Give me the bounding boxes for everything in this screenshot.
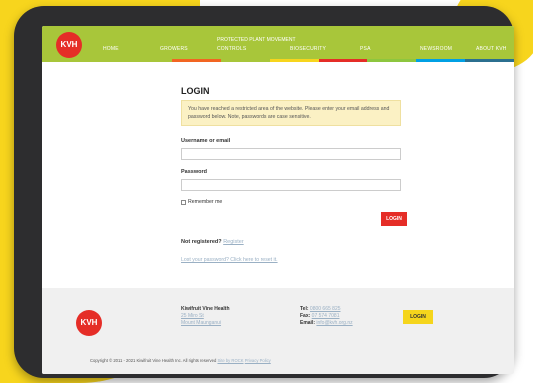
footer-org-name: Kiwifruit Vine Health: [181, 306, 230, 312]
restricted-notice: You have reached a restricted area of th…: [181, 100, 401, 126]
remember-checkbox[interactable]: [181, 199, 186, 205]
footer-address: Kiwifruit Vine Health 25 Miro St Mount M…: [181, 306, 230, 327]
fax-label: Fax:: [300, 313, 311, 319]
site-by-link[interactable]: Site by ROCK: [217, 358, 243, 363]
nav-color-stripe: [172, 59, 514, 62]
nav-stripe-segment: [416, 59, 466, 62]
site-logo[interactable]: KVH: [56, 32, 82, 58]
fax-link[interactable]: 07 574 7081: [312, 313, 340, 319]
lost-password-link[interactable]: Lost your password? Click here to reset …: [181, 257, 278, 263]
privacy-link[interactable]: Privacy Policy: [245, 358, 271, 363]
not-registered-text: Not registered?: [181, 239, 222, 245]
nav-stripe-segment: [465, 59, 514, 62]
tel-link[interactable]: 0800 665 825: [310, 306, 341, 312]
password-input[interactable]: [181, 179, 401, 191]
not-registered: Not registered? Register: [181, 239, 244, 245]
footer-contact: Tel: 0800 665 825 Fax: 07 574 7081 Email…: [300, 306, 353, 327]
username-label: Username or email: [181, 138, 231, 144]
tablet-screen: KVH Protected Plant Movement Home Grower…: [42, 26, 514, 374]
copyright: Copyright © 2011 - 2021 Kiwifruit Vine H…: [90, 358, 271, 363]
email-link[interactable]: info@kvh.org.nz: [316, 320, 352, 326]
email-label: Email:: [300, 320, 316, 326]
nav-item-biosecurity[interactable]: Biosecurity: [290, 46, 326, 52]
footer-address-line2[interactable]: Mount Maunganui: [181, 320, 230, 327]
site-header: KVH Protected Plant Movement Home Grower…: [42, 26, 514, 62]
username-input[interactable]: [181, 148, 401, 160]
nav-sub-label[interactable]: Protected Plant Movement: [217, 37, 296, 43]
register-link[interactable]: Register: [223, 239, 243, 245]
nav-item-growers[interactable]: Growers: [160, 46, 188, 52]
nav-stripe-segment: [367, 59, 417, 62]
nav-item-home[interactable]: Home: [103, 46, 119, 52]
nav-stripe-segment: [269, 59, 319, 62]
login-button[interactable]: LOGIN: [381, 212, 407, 226]
remember-label: Remember me: [188, 199, 223, 205]
password-label: Password: [181, 169, 207, 175]
nav-stripe-segment: [220, 59, 270, 62]
tablet-frame: KVH Protected Plant Movement Home Grower…: [14, 6, 514, 378]
tel-label: Tel:: [300, 306, 309, 312]
remember-me[interactable]: Remember me: [181, 199, 222, 205]
copyright-text: Copyright © 2011 - 2021 Kiwifruit Vine H…: [90, 358, 217, 363]
footer-login-button[interactable]: LOGIN: [403, 310, 433, 324]
nav-item-controls[interactable]: Controls: [217, 46, 246, 52]
footer-address-line1[interactable]: 25 Miro St: [181, 313, 230, 320]
nav-stripe-segment: [318, 59, 368, 62]
login-title: LOGIN: [181, 86, 210, 96]
footer-logo[interactable]: KVH: [76, 310, 102, 336]
nav-stripe-segment: [172, 59, 221, 62]
site-footer: KVH Kiwifruit Vine Health 25 Miro St Mou…: [42, 288, 514, 374]
nav-item-psa[interactable]: PSA: [360, 46, 371, 52]
nav-item-about[interactable]: About KVH: [476, 46, 507, 52]
nav-item-newsroom[interactable]: Newsroom: [420, 46, 452, 52]
